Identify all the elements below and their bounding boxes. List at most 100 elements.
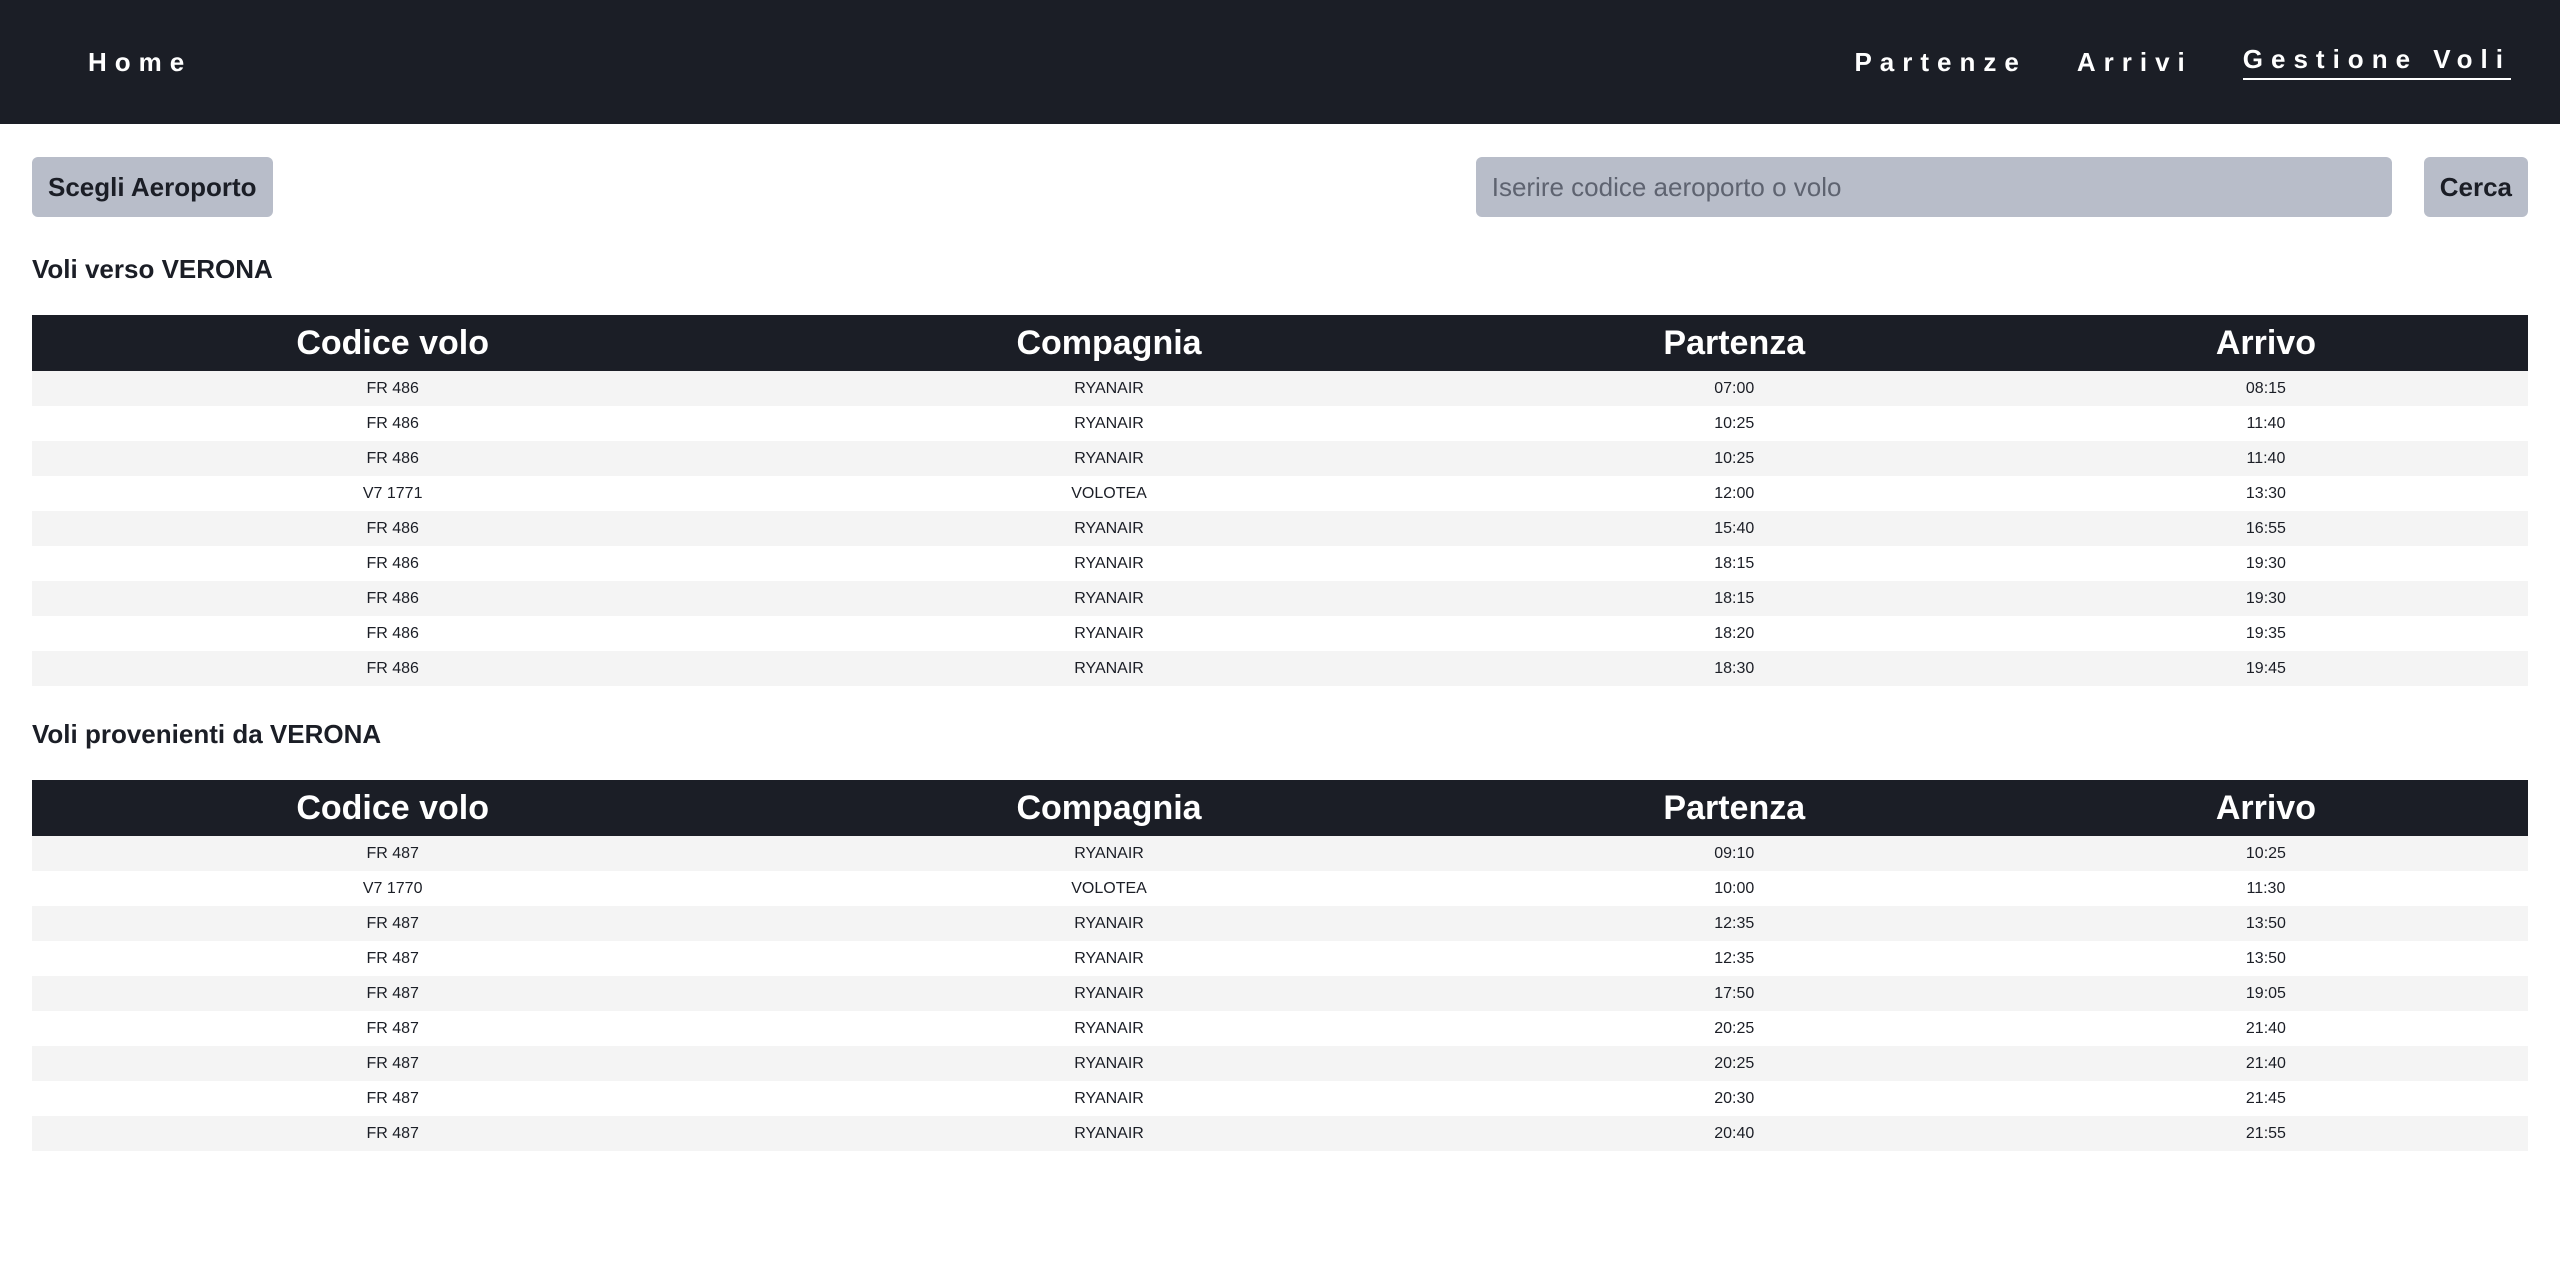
cell-partenza: 12:00: [1464, 476, 2004, 511]
cell-compagnia: RYANAIR: [753, 976, 1465, 1011]
header-partenza: Partenza: [1464, 780, 2004, 836]
cell-partenza: 07:00: [1464, 371, 2004, 406]
cell-partenza: 20:40: [1464, 1116, 2004, 1151]
table-row: FR 486 RYANAIR 18:15 19:30: [32, 546, 2528, 581]
table-header-row: Codice volo Compagnia Partenza Arrivo: [32, 780, 2528, 836]
cell-codice-volo: FR 486: [32, 441, 754, 476]
cell-partenza: 15:40: [1464, 511, 2004, 546]
cell-arrivo: 21:40: [2003, 1011, 2528, 1046]
cell-partenza: 12:35: [1464, 906, 2004, 941]
search-button[interactable]: Cerca: [2423, 157, 2528, 217]
nav-arrivi-link[interactable]: Arrivi: [2077, 47, 2193, 78]
main-content: Scegli Aeroporto Cerca Voli verso VERONA…: [0, 157, 2560, 1151]
table-row: V7 1770 VOLOTEA 10:00 11:30: [32, 871, 2528, 906]
cell-arrivo: 11:40: [2003, 441, 2528, 476]
cell-arrivo: 21:55: [2003, 1116, 2528, 1151]
table-row: FR 487 RYANAIR 09:10 10:25: [32, 836, 2528, 871]
cell-arrivo: 13:30: [2003, 476, 2528, 511]
header-codice-volo: Codice volo: [32, 780, 754, 836]
table-row: FR 486 RYANAIR 15:40 16:55: [32, 511, 2528, 546]
cell-codice-volo: V7 1770: [32, 871, 754, 906]
cell-partenza: 20:25: [1464, 1046, 2004, 1081]
table-row: FR 487 RYANAIR 20:30 21:45: [32, 1081, 2528, 1116]
cell-compagnia: RYANAIR: [753, 906, 1465, 941]
cell-arrivo: 19:30: [2003, 546, 2528, 581]
cell-arrivo: 19:45: [2003, 651, 2528, 686]
table-row: FR 487 RYANAIR 12:35 13:50: [32, 906, 2528, 941]
table-row: FR 487 RYANAIR 20:25 21:40: [32, 1011, 2528, 1046]
cell-compagnia: RYANAIR: [753, 651, 1465, 686]
cell-compagnia: RYANAIR: [753, 1116, 1465, 1151]
cell-codice-volo: V7 1771: [32, 476, 754, 511]
cell-arrivo: 13:50: [2003, 906, 2528, 941]
arrivals-section-title: Voli verso VERONA: [32, 254, 273, 284]
cell-compagnia: VOLOTEA: [753, 476, 1465, 511]
cell-codice-volo: FR 486: [32, 546, 754, 581]
cell-partenza: 20:30: [1464, 1081, 2004, 1116]
cell-compagnia: VOLOTEA: [753, 871, 1465, 906]
cell-codice-volo: FR 487: [32, 1116, 754, 1151]
cell-codice-volo: FR 487: [32, 906, 754, 941]
cell-compagnia: RYANAIR: [753, 1046, 1465, 1081]
departures-section-title: Voli provenienti da VERONA: [32, 719, 382, 749]
cell-compagnia: RYANAIR: [753, 406, 1465, 441]
cell-codice-volo: FR 487: [32, 1046, 754, 1081]
table-header-row: Codice volo Compagnia Partenza Arrivo: [32, 315, 2528, 371]
table-row: FR 487 RYANAIR 20:40 21:55: [32, 1116, 2528, 1151]
nav-right-group: Partenze Arrivi Gestione Voli: [1854, 44, 2511, 80]
cell-compagnia: RYANAIR: [753, 511, 1465, 546]
nav-home-link[interactable]: Home: [88, 47, 192, 78]
header-codice-volo: Codice volo: [32, 315, 754, 371]
search-input[interactable]: [1475, 157, 2392, 217]
table-row: V7 1771 VOLOTEA 12:00 13:30: [32, 476, 2528, 511]
table-row: FR 486 RYANAIR 10:25 11:40: [32, 406, 2528, 441]
cell-partenza: 10:00: [1464, 871, 2004, 906]
header-arrivo: Arrivo: [2003, 315, 2528, 371]
choose-airport-button[interactable]: Scegli Aeroporto: [32, 157, 273, 217]
header-compagnia: Compagnia: [753, 315, 1465, 371]
cell-codice-volo: FR 487: [32, 1011, 754, 1046]
cell-arrivo: 19:30: [2003, 581, 2528, 616]
cell-codice-volo: FR 487: [32, 976, 754, 1011]
cell-partenza: 18:15: [1464, 581, 2004, 616]
table-row: FR 486 RYANAIR 18:30 19:45: [32, 651, 2528, 686]
cell-codice-volo: FR 486: [32, 581, 754, 616]
departures-table-body: FR 487 RYANAIR 09:10 10:25 V7 1770 VOLOTEA 10:…: [32, 836, 2528, 1151]
cell-compagnia: RYANAIR: [753, 441, 1465, 476]
cell-arrivo: 10:25: [2003, 836, 2528, 871]
top-navbar: Home Partenze Arrivi Gestione Voli: [0, 0, 2560, 124]
cell-partenza: 10:25: [1464, 406, 2004, 441]
cell-codice-volo: FR 487: [32, 1081, 754, 1116]
cell-partenza: 17:50: [1464, 976, 2004, 1011]
table-row: FR 486 RYANAIR 10:25 11:40: [32, 441, 2528, 476]
cell-compagnia: RYANAIR: [753, 1081, 1465, 1116]
cell-arrivo: 13:50: [2003, 941, 2528, 976]
table-row: FR 487 RYANAIR 12:35 13:50: [32, 941, 2528, 976]
cell-arrivo: 21:45: [2003, 1081, 2528, 1116]
cell-arrivo: 11:40: [2003, 406, 2528, 441]
arrivals-table: Codice volo Compagnia Partenza Arrivo FR…: [32, 315, 2528, 686]
cell-partenza: 18:15: [1464, 546, 2004, 581]
header-partenza: Partenza: [1464, 315, 2004, 371]
cell-codice-volo: FR 486: [32, 651, 754, 686]
cell-partenza: 09:10: [1464, 836, 2004, 871]
cell-arrivo: 08:15: [2003, 371, 2528, 406]
table-row: FR 487 RYANAIR 17:50 19:05: [32, 976, 2528, 1011]
nav-partenze-link[interactable]: Partenze: [1854, 47, 2026, 78]
departures-table: Codice volo Compagnia Partenza Arrivo FR…: [32, 780, 2528, 1151]
header-arrivo: Arrivo: [2003, 780, 2528, 836]
cell-compagnia: RYANAIR: [753, 836, 1465, 871]
cell-codice-volo: FR 486: [32, 406, 754, 441]
cell-compagnia: RYANAIR: [753, 616, 1465, 651]
cell-compagnia: RYANAIR: [753, 581, 1465, 616]
cell-arrivo: 21:40: [2003, 1046, 2528, 1081]
header-compagnia: Compagnia: [753, 780, 1465, 836]
nav-gestione-voli-link[interactable]: Gestione Voli: [2242, 44, 2511, 80]
cell-arrivo: 19:35: [2003, 616, 2528, 651]
cell-partenza: 12:35: [1464, 941, 2004, 976]
cell-partenza: 18:30: [1464, 651, 2004, 686]
cell-codice-volo: FR 486: [32, 616, 754, 651]
table-row: FR 487 RYANAIR 20:25 21:40: [32, 1046, 2528, 1081]
cell-codice-volo: FR 487: [32, 941, 754, 976]
table-row: FR 486 RYANAIR 18:15 19:30: [32, 581, 2528, 616]
